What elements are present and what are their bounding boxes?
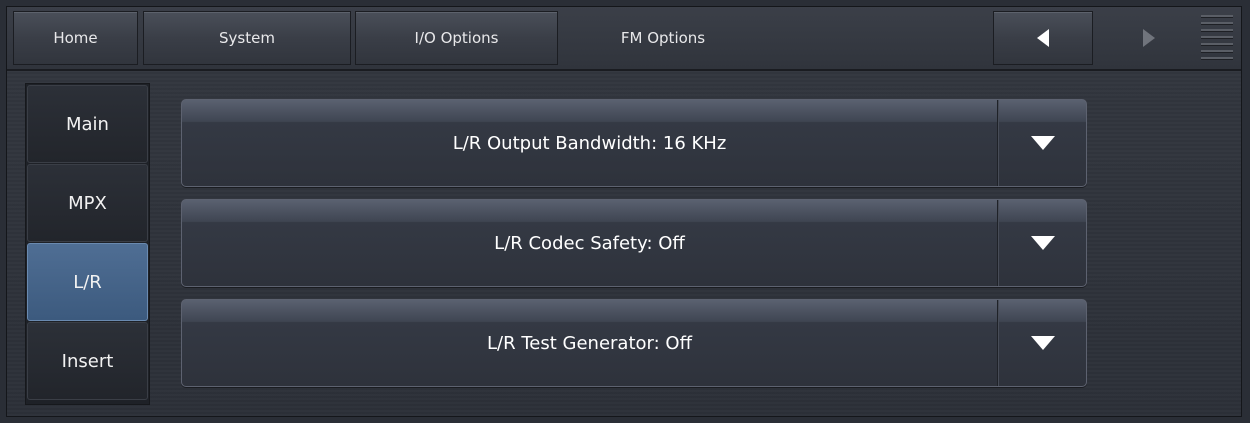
tab-system[interactable]: System <box>143 11 351 65</box>
triangle-right-icon <box>1143 29 1155 47</box>
lr-test-generator-dropdown[interactable]: L/R Test Generator: Off <box>181 299 1087 387</box>
tab-io-options[interactable]: I/O Options <box>355 11 558 65</box>
tab-fm-options-label: FM Options <box>620 29 706 47</box>
hamburger-icon[interactable] <box>1201 15 1233 61</box>
sidebar-item-insert[interactable]: Insert <box>27 322 148 400</box>
sidebar-item-label: Main <box>66 113 109 135</box>
tab-system-label: System <box>219 29 275 47</box>
sidebar-item-lr[interactable]: L/R <box>27 243 148 321</box>
triangle-left-icon <box>1037 29 1049 47</box>
dropdown-divider <box>997 100 998 186</box>
dropdown-toggle[interactable] <box>999 200 1086 286</box>
lr-codec-safety-dropdown[interactable]: L/R Codec Safety: Off <box>181 199 1087 287</box>
lr-output-bandwidth-dropdown[interactable]: L/R Output Bandwidth: 16 KHz <box>181 99 1087 187</box>
dropdown-label: L/R Test Generator: Off <box>487 332 692 354</box>
top-tab-bar: Home System I/O Options FM Options <box>7 7 1241 71</box>
tab-fm-options[interactable]: FM Options <box>563 11 763 65</box>
dropdown-label: L/R Codec Safety: Off <box>494 232 685 254</box>
tab-home[interactable]: Home <box>13 11 138 65</box>
dropdown-divider <box>997 300 998 386</box>
sidebar-item-label: L/R <box>73 271 102 293</box>
forward-button[interactable] <box>1099 11 1199 65</box>
dropdown-toggle[interactable] <box>999 100 1086 186</box>
back-button[interactable] <box>993 11 1093 65</box>
dropdown-toggle[interactable] <box>999 300 1086 386</box>
sidebar-item-label: Insert <box>61 350 114 372</box>
main-content: Main MPX L/R Insert L/R Output Bandwidth… <box>7 71 1241 416</box>
sidebar-item-label: MPX <box>68 192 107 214</box>
app-window: Home System I/O Options FM Options Main … <box>6 6 1242 417</box>
dropdown-label: L/R Output Bandwidth: 16 KHz <box>452 132 727 154</box>
sidebar-item-main[interactable]: Main <box>27 85 148 163</box>
chevron-down-icon <box>1030 236 1055 250</box>
tab-io-options-label: I/O Options <box>414 29 499 47</box>
chevron-down-icon <box>1030 136 1055 150</box>
dropdown-divider <box>997 200 998 286</box>
tab-home-label: Home <box>53 29 98 47</box>
chevron-down-icon <box>1030 336 1055 350</box>
sidebar: Main MPX L/R Insert <box>25 83 150 405</box>
sidebar-item-mpx[interactable]: MPX <box>27 164 148 242</box>
